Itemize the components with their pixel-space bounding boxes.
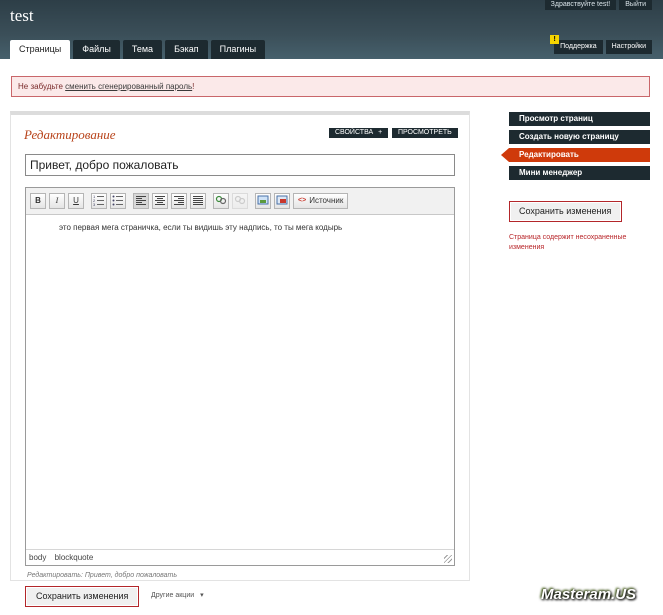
greeting-link[interactable]: Здравствуйте test! bbox=[544, 0, 617, 10]
rich-text-editor: B I U 123 <> Источник это первая мега ст… bbox=[25, 187, 455, 566]
change-password-link[interactable]: сменить сгенерированный пароль bbox=[65, 82, 192, 91]
align-justify-icon[interactable] bbox=[190, 193, 206, 209]
sidebar-menu: Просмотр страниц Создать новую страницу … bbox=[501, 112, 650, 184]
align-left-icon[interactable] bbox=[133, 193, 149, 209]
align-right-icon[interactable] bbox=[171, 193, 187, 209]
page-title-input[interactable] bbox=[25, 154, 455, 176]
other-actions-label: Другие акции bbox=[151, 592, 195, 599]
bold-button[interactable]: B bbox=[30, 193, 46, 209]
preview-button[interactable]: ПРОСМОТРЕТЬ bbox=[392, 128, 458, 138]
notice-prefix: Не забудьте bbox=[18, 82, 66, 91]
tab-support[interactable]: ! Поддержка bbox=[550, 35, 603, 54]
italic-button[interactable]: I bbox=[49, 193, 65, 209]
tab-plugins[interactable]: Плагины bbox=[210, 40, 266, 59]
source-code-icon: <> bbox=[298, 197, 307, 204]
properties-label: СВОЙСТВА bbox=[335, 129, 374, 136]
warning-icon: ! bbox=[550, 35, 560, 44]
site-title[interactable]: test bbox=[10, 6, 34, 26]
main-tabs: Страницы Файлы Тема Бэкап Плагины bbox=[10, 40, 266, 59]
watermark-logo: Masteram.US bbox=[541, 586, 637, 603]
chevron-down-icon: ▾ bbox=[200, 592, 204, 599]
plus-icon: + bbox=[378, 129, 383, 136]
source-button[interactable]: <> Источник bbox=[293, 193, 349, 209]
save-changes-button[interactable]: Сохранить изменения bbox=[25, 586, 140, 607]
underline-button[interactable]: U bbox=[68, 193, 84, 209]
path-body[interactable]: body bbox=[29, 553, 46, 562]
right-tabs: ! Поддержка Настройки bbox=[550, 35, 652, 54]
editor-status-path: body blockquote bbox=[26, 549, 454, 565]
resize-grip-icon[interactable] bbox=[444, 555, 452, 563]
sidebar-save-button[interactable]: Сохранить изменения bbox=[509, 201, 622, 222]
properties-button[interactable]: СВОЙСТВА + bbox=[329, 128, 389, 138]
sidebar-item-mini-manager[interactable]: Мини менеджер bbox=[509, 166, 650, 180]
tab-settings[interactable]: Настройки bbox=[605, 40, 652, 54]
password-notice: Не забудьте сменить сгенерированный паро… bbox=[11, 76, 650, 97]
tab-support-label: Поддержка bbox=[560, 43, 597, 50]
sidebar-item-view-pages[interactable]: Просмотр страниц bbox=[509, 112, 650, 126]
path-blockquote[interactable]: blockquote bbox=[55, 553, 94, 562]
notice-suffix: ! bbox=[192, 82, 195, 91]
sidebar-item-edit[interactable]: Редактировать bbox=[501, 148, 650, 162]
media-icon[interactable] bbox=[274, 193, 290, 209]
editor-content[interactable]: это первая мега страничка, если ты видиш… bbox=[26, 215, 454, 232]
page-title: Редактирование bbox=[24, 127, 116, 142]
tab-pages[interactable]: Страницы bbox=[10, 40, 71, 59]
tab-files[interactable]: Файлы bbox=[73, 40, 120, 59]
sidebar-item-create-page[interactable]: Создать новую страницу bbox=[509, 130, 650, 144]
tab-backup[interactable]: Бэкап bbox=[165, 40, 208, 59]
unsaved-changes-note: Страница содержит несохраненные изменени… bbox=[509, 234, 627, 251]
source-label: Источник bbox=[309, 196, 344, 205]
link-icon[interactable] bbox=[213, 193, 229, 209]
unlink-icon[interactable] bbox=[232, 193, 248, 209]
tab-theme[interactable]: Тема bbox=[122, 40, 163, 59]
align-center-icon[interactable] bbox=[152, 193, 168, 209]
svg-text:3: 3 bbox=[93, 202, 96, 206]
bulleted-list-icon[interactable] bbox=[110, 193, 126, 209]
editor-body-text: это первая мега страничка, если ты видиш… bbox=[59, 223, 343, 232]
edit-hint: Редактировать: Привет, добро пожаловать bbox=[27, 572, 178, 579]
image-icon[interactable] bbox=[255, 193, 271, 209]
other-actions-dropdown[interactable]: Другие акции ▾ bbox=[151, 591, 204, 599]
editor-toolbar: B I U 123 <> Источник bbox=[26, 188, 454, 215]
top-links: Здравствуйте test! Выйти bbox=[544, 0, 652, 10]
logout-link[interactable]: Выйти bbox=[619, 0, 652, 10]
numbered-list-icon[interactable]: 123 bbox=[91, 193, 107, 209]
